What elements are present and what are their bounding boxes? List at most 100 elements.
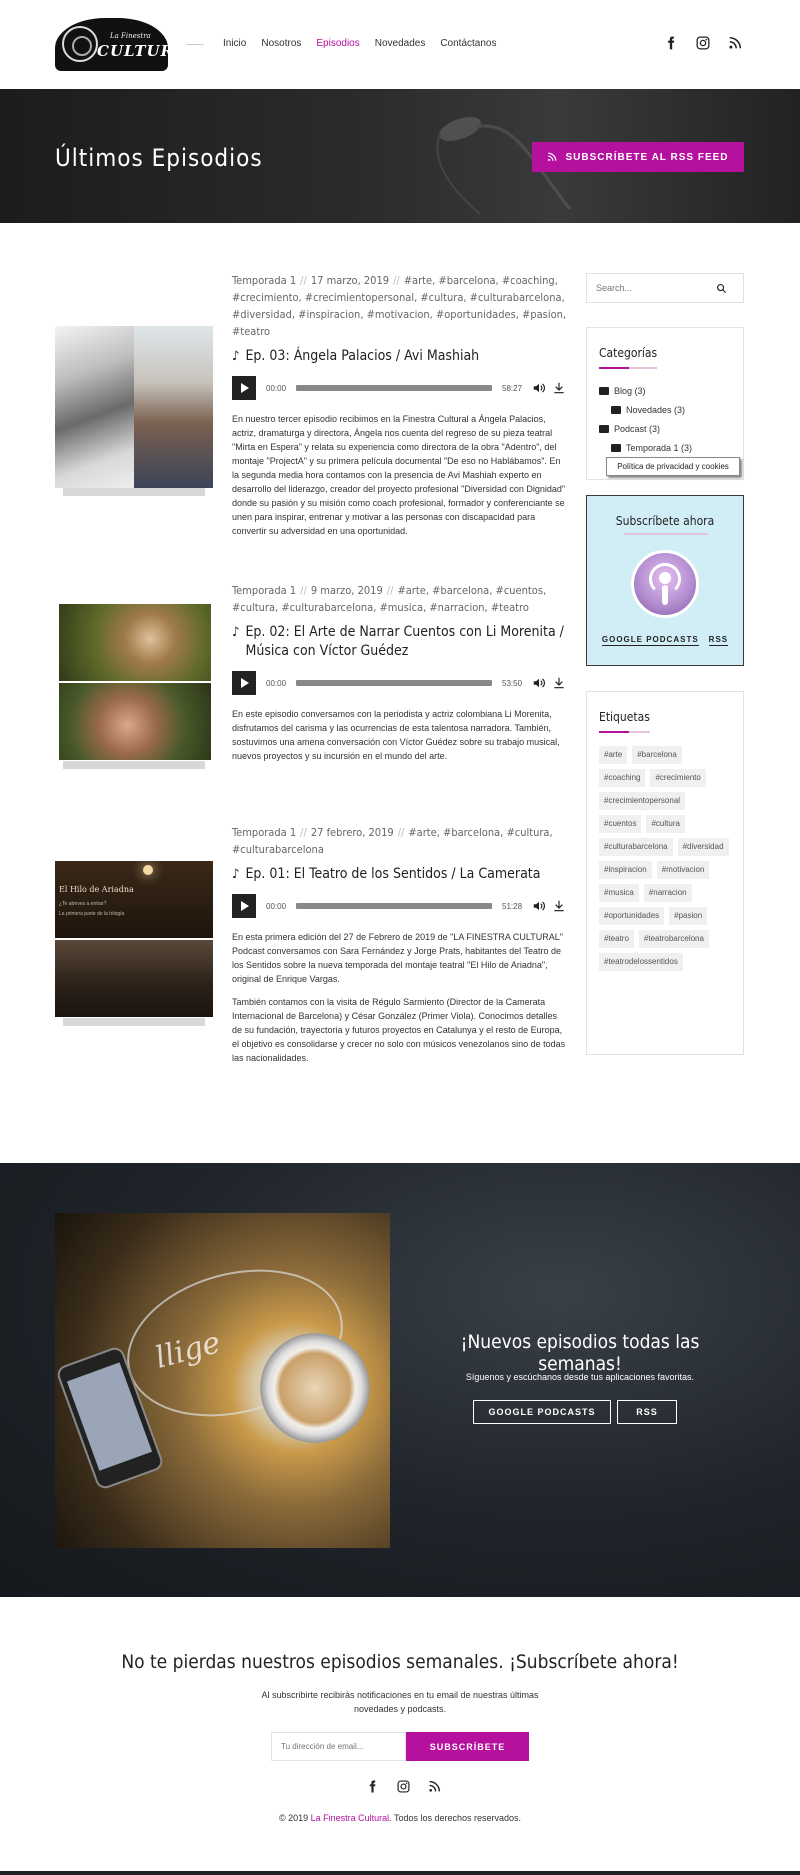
progress-bar[interactable]: [296, 903, 492, 909]
tag-item[interactable]: #coaching: [599, 769, 646, 787]
episode-title[interactable]: Ep. 03: Ángela Palacios / Avi Mashiah: [245, 347, 479, 366]
search-icon[interactable]: [716, 283, 727, 294]
episode-season[interactable]: Temporada 1: [232, 584, 296, 597]
episode-description: En esta primera edición del 27 de Febrer…: [232, 930, 568, 1065]
lamp-icon: [143, 865, 153, 875]
episode-meta: Temporada 1//9 marzo, 2019//#arte, #barc…: [232, 584, 547, 614]
categories-list: Blog (3) Novedades (3) Podcast (3) Tempo…: [599, 381, 731, 457]
volume-icon[interactable]: [532, 676, 546, 690]
podcast-icon[interactable]: [631, 550, 699, 618]
poster-title: El Hilo de Ariadna: [59, 885, 134, 894]
tag-item[interactable]: #arte: [599, 746, 628, 764]
audio-player: 00:00 58:27: [232, 376, 568, 400]
music-note-icon: ♪: [232, 625, 240, 640]
image-shadow: [63, 761, 205, 769]
play-button[interactable]: [232, 894, 256, 918]
category-blog[interactable]: Blog (3): [599, 381, 731, 400]
tags-title: Etiquetas: [599, 710, 650, 733]
tag-item[interactable]: #inspiracion: [599, 861, 652, 879]
rss-link[interactable]: RSS: [708, 635, 729, 646]
speaker-photo: [134, 326, 213, 488]
nav-inicio[interactable]: Inicio: [223, 38, 246, 49]
brand-link[interactable]: La Finestra Cultural: [311, 1813, 390, 1823]
play-button[interactable]: [232, 376, 256, 400]
privacy-cookies-tooltip[interactable]: Política de privacidad y cookies: [606, 457, 740, 476]
tag-item[interactable]: #pasion: [669, 907, 708, 925]
subscribe-widget: Subscríbete ahora GOOGLE PODCASTS RSS: [586, 495, 744, 666]
tag-item[interactable]: #crecimiento: [650, 769, 706, 787]
vinyl-icon: [62, 26, 98, 62]
episode-description: En nuestro tercer episodio recibimos en …: [232, 412, 568, 538]
copyright: © 2019 La Finestra Cultural. Todos los d…: [0, 1813, 800, 1823]
tag-item[interactable]: #crecimientopersonal: [599, 792, 686, 810]
google-podcasts-link[interactable]: GOOGLE PODCASTS: [601, 635, 699, 646]
tag-item[interactable]: #diversidad: [677, 838, 729, 856]
subscribe-button[interactable]: SUBSCRÍBETE: [406, 1732, 529, 1761]
tags-widget: Etiquetas #arte #barcelona #coaching #cr…: [586, 691, 744, 1055]
episode-title[interactable]: Ep. 01: El Teatro de los Sentidos / La C…: [245, 865, 540, 884]
download-icon[interactable]: [552, 676, 566, 690]
music-note-icon: ♪: [232, 867, 240, 882]
google-podcasts-button[interactable]: GOOGLE PODCASTS: [473, 1400, 611, 1424]
site-logo[interactable]: La Finestra CULTURAL: [55, 18, 168, 71]
episode-meta: Temporada 1//27 febrero, 2019//#arte, #b…: [232, 826, 553, 856]
site-header: La Finestra CULTURAL Inicio Nosotros Epi…: [0, 0, 800, 89]
episode-body: Temporada 1//17 marzo, 2019//#arte, #bar…: [232, 272, 568, 538]
duration: 51:28: [502, 901, 523, 911]
progress-bar[interactable]: [296, 385, 492, 391]
duration: 53:50: [502, 678, 523, 688]
episode-season[interactable]: Temporada 1: [232, 826, 296, 839]
musician-photo: [59, 683, 211, 760]
tag-item[interactable]: #barcelona: [632, 746, 682, 764]
download-icon[interactable]: [552, 381, 566, 395]
tag-item[interactable]: #teatro: [599, 930, 634, 948]
episode-title[interactable]: Ep. 02: El Arte de Narrar Cuentos con Li…: [245, 623, 568, 661]
tag-item[interactable]: #narracion: [643, 884, 692, 902]
episode-date[interactable]: 9 marzo, 2019: [311, 584, 383, 597]
play-button[interactable]: [232, 671, 256, 695]
rss-icon[interactable]: [728, 36, 742, 50]
episode-image[interactable]: El Hilo de Ariadna ¿Te atreves a entrar?…: [55, 861, 213, 1031]
description-paragraph: En esta primera edición del 27 de Febrer…: [232, 932, 563, 984]
instagram-icon[interactable]: [397, 1780, 410, 1793]
search-input[interactable]: [596, 283, 716, 293]
rss-button[interactable]: RSS: [617, 1400, 677, 1424]
tag-item[interactable]: #musica: [599, 884, 639, 902]
instagram-icon[interactable]: [696, 36, 710, 50]
nav-contactanos[interactable]: Contáctanos: [440, 38, 496, 49]
tag-item[interactable]: #teatrobarcelona: [638, 930, 709, 948]
download-icon[interactable]: [552, 899, 566, 913]
nav-novedades[interactable]: Novedades: [375, 38, 426, 49]
coffee-phone-photo: llige: [55, 1213, 390, 1548]
nav-nosotros[interactable]: Nosotros: [261, 38, 301, 49]
category-temporada-1[interactable]: Temporada 1 (3): [599, 438, 731, 457]
episode-date[interactable]: 27 febrero, 2019: [311, 826, 394, 839]
episode-image[interactable]: [55, 604, 213, 772]
storyteller-photo: [59, 604, 211, 681]
description-paragraph: En nuestro tercer episodio recibimos en …: [232, 414, 566, 536]
page-banner: Últimos Episodios SUBSCRÍBETE AL RSS FEE…: [0, 89, 800, 223]
tag-item[interactable]: #culturabarcelona: [599, 838, 673, 856]
facebook-icon[interactable]: [366, 1780, 379, 1793]
facebook-icon[interactable]: [664, 36, 678, 50]
episode-image[interactable]: [55, 326, 213, 496]
progress-bar[interactable]: [296, 680, 492, 686]
tag-item[interactable]: #motivacion: [656, 861, 710, 879]
header-social: [664, 36, 742, 50]
rss-icon[interactable]: [428, 1780, 441, 1793]
image-shadow: [63, 488, 205, 496]
nav-episodios[interactable]: Episodios: [316, 38, 359, 49]
category-novedades[interactable]: Novedades (3): [599, 400, 731, 419]
rss-feed-button[interactable]: SUBSCRÍBETE AL RSS FEED: [532, 142, 744, 172]
tag-item[interactable]: #cuentos: [599, 815, 642, 833]
episode-season[interactable]: Temporada 1: [232, 274, 296, 287]
tag-item[interactable]: #cultura: [646, 815, 685, 833]
episode-date[interactable]: 17 marzo, 2019: [311, 274, 389, 287]
episode-description: En este episodio conversamos con la peri…: [232, 707, 568, 763]
tag-item[interactable]: #oportunidades: [599, 907, 665, 925]
volume-icon[interactable]: [532, 899, 546, 913]
tag-item[interactable]: #teatrodelossentidos: [599, 953, 683, 971]
category-podcast[interactable]: Podcast (3): [599, 419, 731, 438]
email-field[interactable]: [271, 1732, 406, 1761]
volume-icon[interactable]: [532, 381, 546, 395]
